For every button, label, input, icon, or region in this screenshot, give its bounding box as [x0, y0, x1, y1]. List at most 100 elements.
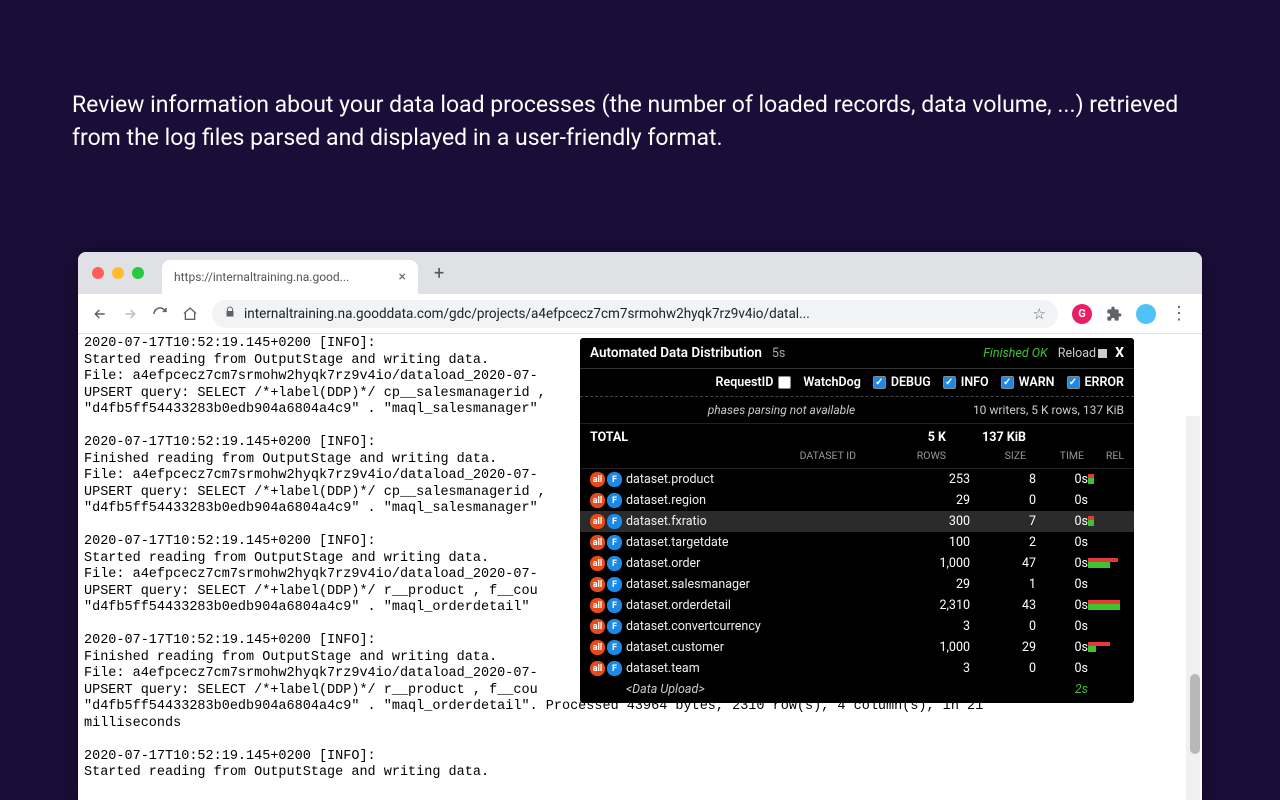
- totals-size: 137 KiB: [946, 430, 1026, 445]
- panel-reload-button[interactable]: Reload: [1058, 346, 1107, 361]
- summary-left: phases parsing not available: [590, 403, 973, 417]
- hdr-rel: REL: [1084, 449, 1124, 462]
- dataset-id: dataset.team: [626, 661, 904, 676]
- badge-all-icon: all: [590, 556, 605, 571]
- row-time: 0s: [1036, 640, 1088, 655]
- dataset-id: dataset.convertcurrency: [626, 619, 904, 634]
- badge-f-icon: F: [607, 493, 622, 508]
- dataset-id: dataset.region: [626, 493, 904, 508]
- extensions-icon[interactable]: [1106, 306, 1122, 322]
- badge-all-icon: all: [590, 514, 605, 529]
- panel-elapsed: 5s: [772, 346, 983, 361]
- forward-button[interactable]: [122, 306, 138, 322]
- home-button[interactable]: [182, 306, 198, 322]
- lock-icon: [224, 306, 236, 321]
- badge-f-icon: F: [607, 598, 622, 613]
- panel-summary: phases parsing not available 10 writers,…: [580, 397, 1134, 424]
- hdr-time: TIME: [1026, 449, 1084, 462]
- badge-f-icon: F: [607, 514, 622, 529]
- row-time: 0s: [1036, 598, 1088, 613]
- badge-all-icon: all: [590, 535, 605, 550]
- table-row[interactable]: allFdataset.targetdate10020s: [580, 532, 1134, 553]
- url-text: internaltraining.na.gooddata.com/gdc/pro…: [244, 306, 1025, 322]
- panel-status: Finished OK: [983, 346, 1048, 361]
- scrollbar-thumb[interactable]: [1190, 674, 1200, 754]
- star-icon[interactable]: ☆: [1033, 305, 1046, 323]
- profile-icon[interactable]: [1136, 304, 1156, 324]
- filter-info[interactable]: ✓INFO: [943, 375, 989, 390]
- dataset-id: dataset.customer: [626, 640, 904, 655]
- badge-f-icon: F: [607, 577, 622, 592]
- badge-all-icon: all: [590, 640, 605, 655]
- table-row[interactable]: allFdataset.team300s: [580, 658, 1134, 679]
- dataset-id: dataset.orderdetail: [626, 598, 904, 613]
- hdr-dataset: DATASET ID: [590, 449, 866, 462]
- row-rows: 29: [904, 493, 970, 508]
- rel-bar: [1088, 663, 1120, 675]
- table-row[interactable]: allFdataset.product25380s: [580, 469, 1134, 490]
- rel-bar: [1088, 642, 1120, 654]
- browser-toolbar: internaltraining.na.gooddata.com/gdc/pro…: [78, 294, 1202, 334]
- close-window-icon[interactable]: [92, 267, 104, 279]
- new-tab-button[interactable]: +: [434, 263, 444, 284]
- row-size: 47: [970, 556, 1036, 571]
- table-row[interactable]: allFdataset.fxratio30070s: [580, 511, 1134, 532]
- table-row[interactable]: allFdataset.customer1,000290s: [580, 637, 1134, 658]
- row-time: 0s: [1036, 514, 1088, 529]
- filter-watchdog[interactable]: WatchDog: [803, 375, 861, 390]
- badge-f-icon: F: [607, 661, 622, 676]
- rel-bar: [1088, 579, 1120, 591]
- badge-all-icon: all: [590, 493, 605, 508]
- panel-close-icon[interactable]: X: [1115, 345, 1124, 361]
- row-size: 8: [970, 472, 1036, 487]
- dataset-id: dataset.targetdate: [626, 535, 904, 550]
- row-badges: allF: [590, 535, 626, 550]
- rel-bar: [1088, 516, 1120, 528]
- row-time: 0s: [1036, 535, 1088, 550]
- filter-debug[interactable]: ✓DEBUG: [873, 375, 931, 390]
- table-row[interactable]: allFdataset.region2900s: [580, 490, 1134, 511]
- row-badges: allF: [590, 598, 626, 613]
- row-rows: 253: [904, 472, 970, 487]
- dataset-id: dataset.fxratio: [626, 514, 904, 529]
- badge-f-icon: F: [607, 556, 622, 571]
- table-row[interactable]: allFdataset.order1,000470s: [580, 553, 1134, 574]
- row-time: 0s: [1036, 556, 1088, 571]
- upload-time: 2s: [1036, 682, 1088, 697]
- badge-all-icon: all: [590, 472, 605, 487]
- rel-bar: [1088, 495, 1120, 507]
- page-caption: Review information about your data load …: [72, 88, 1208, 155]
- row-time: 0s: [1036, 619, 1088, 634]
- row-time: 0s: [1036, 472, 1088, 487]
- maximize-window-icon[interactable]: [132, 267, 144, 279]
- row-badges: allF: [590, 661, 626, 676]
- row-rows: 300: [904, 514, 970, 529]
- panel-filters: RequestID WatchDog ✓DEBUG ✓INFO ✓WARN ✓E…: [580, 369, 1134, 397]
- filter-error[interactable]: ✓ERROR: [1067, 375, 1125, 390]
- url-bar[interactable]: internaltraining.na.gooddata.com/gdc/pro…: [212, 300, 1058, 328]
- row-badges: allF: [590, 514, 626, 529]
- dataset-id: dataset.salesmanager: [626, 577, 904, 592]
- panel-table-headers: DATASET ID ROWS SIZE TIME REL: [580, 447, 1134, 469]
- row-rows: 100: [904, 535, 970, 550]
- totals-label: TOTAL: [590, 430, 866, 445]
- row-size: 2: [970, 535, 1036, 550]
- row-badges: allF: [590, 619, 626, 634]
- dataset-id: dataset.product: [626, 472, 904, 487]
- row-size: 29: [970, 640, 1036, 655]
- reload-button[interactable]: [152, 306, 168, 322]
- table-row[interactable]: allFdataset.salesmanager2910s: [580, 574, 1134, 595]
- filter-warn[interactable]: ✓WARN: [1001, 375, 1055, 390]
- row-time: 0s: [1036, 493, 1088, 508]
- browser-tab[interactable]: https://internaltraining.na.good... ×: [162, 260, 418, 294]
- table-row[interactable]: allFdataset.orderdetail2,310430s: [580, 595, 1134, 616]
- row-rows: 3: [904, 619, 970, 634]
- minimize-window-icon[interactable]: [112, 267, 124, 279]
- row-badges: allF: [590, 472, 626, 487]
- extension-icon-1[interactable]: G: [1072, 304, 1092, 324]
- back-button[interactable]: [92, 306, 108, 322]
- menu-icon[interactable]: ⋮: [1170, 303, 1188, 324]
- close-tab-icon[interactable]: ×: [399, 269, 406, 285]
- table-row[interactable]: allFdataset.convertcurrency300s: [580, 616, 1134, 637]
- filter-requestid[interactable]: RequestID: [716, 375, 792, 390]
